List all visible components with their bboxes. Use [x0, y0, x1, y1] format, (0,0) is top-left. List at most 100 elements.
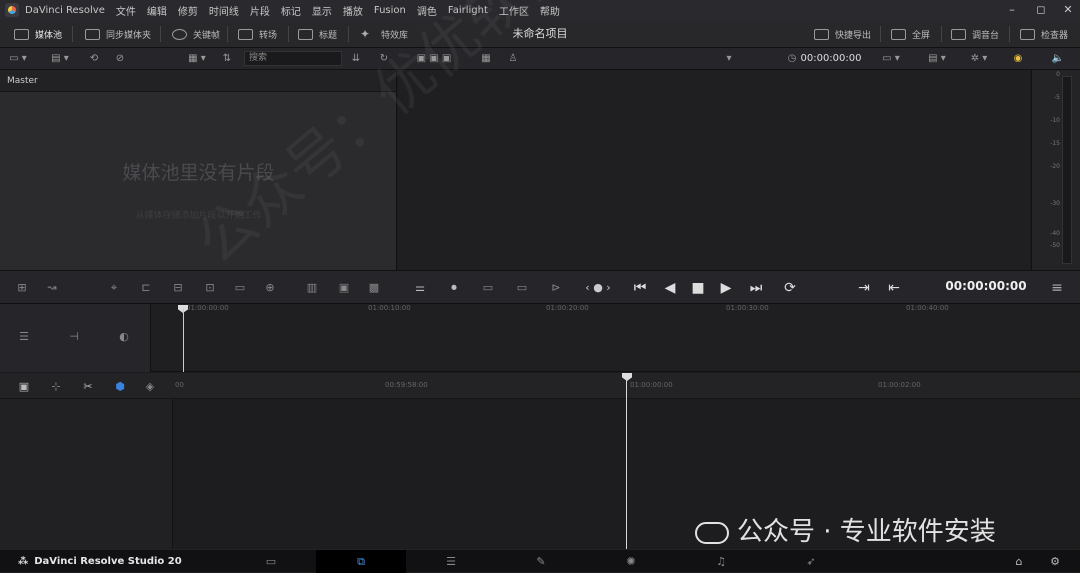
track-options-icon[interactable]: ☰ — [16, 330, 32, 343]
clock-icon: ◷ — [787, 53, 797, 64]
menu-trim[interactable]: 修剪 — [178, 3, 198, 18]
unlink-icon[interactable]: ⊘ — [112, 52, 128, 66]
microphone-icon[interactable]: ⏺ — [446, 281, 462, 294]
source-icon[interactable]: ▭ — [480, 281, 496, 294]
replace-icon[interactable]: ▥ — [304, 281, 320, 294]
timeline-source-icon[interactable]: ▭ — [514, 281, 530, 294]
marker-icon[interactable]: ◈ — [142, 380, 158, 393]
lower-timeline-ruler[interactable]: ▣ ⊹ ✂ ⬢ ◈ 00 00:59:58:00 01:00:00:00 01:… — [0, 373, 1080, 399]
menu-mark[interactable]: 标记 — [281, 3, 301, 18]
list-options-icon[interactable]: ▤ ▾ — [48, 52, 72, 66]
link-icon[interactable]: ⟲ — [86, 52, 102, 66]
menu-view[interactable]: 显示 — [312, 3, 332, 18]
ruler-label: 01:00:20:00 — [546, 304, 589, 312]
display-options-icon[interactable]: ▤ ▾ — [922, 52, 952, 66]
davinci-logo-icon — [5, 3, 19, 17]
clip-dropdown-icon[interactable]: ▾ — [722, 52, 736, 66]
transitions-button[interactable]: 转场 — [238, 20, 277, 48]
upper-playhead[interactable] — [183, 308, 184, 372]
scissors-icon[interactable]: ✂ — [80, 380, 96, 393]
razor-icon[interactable]: ⌖ — [106, 281, 122, 294]
tool-icon[interactable]: ↝ — [44, 281, 60, 294]
media-pool-icon — [14, 28, 29, 40]
go-to-start-icon[interactable]: ⏮ — [630, 278, 650, 298]
go-to-end-icon[interactable]: ⏭ — [746, 278, 766, 298]
prev-edit-icon[interactable]: ⇤ — [884, 278, 904, 298]
minimize-icon[interactable]: – — [1002, 0, 1022, 20]
titles-button[interactable]: 标题 — [298, 20, 337, 48]
zoom-icon[interactable]: ⊣ — [66, 330, 82, 343]
place-on-top-icon[interactable]: ⊡ — [202, 281, 218, 294]
page-deliver-icon[interactable]: ➶ — [766, 550, 856, 573]
color-wheel-icon[interactable]: ◉ — [1010, 52, 1026, 66]
brand-text: DaVinci Resolve Studio 20 — [34, 556, 182, 567]
media-pool-button[interactable]: 媒体池 — [14, 20, 62, 48]
swap-icon[interactable]: ▣ — [336, 281, 352, 294]
sort-icon[interactable]: ⇅ — [220, 52, 234, 66]
ruler-label: 01:00:10:00 — [368, 304, 411, 312]
maximize-icon[interactable]: ◻ — [1031, 0, 1051, 20]
fit-fill-icon[interactable]: ⊕ — [262, 281, 278, 294]
page-media-icon[interactable]: ▭ — [226, 550, 316, 573]
play-icon[interactable]: ▶ — [716, 278, 736, 298]
fullscreen-button[interactable]: 全屏 — [891, 20, 930, 48]
menu-clip[interactable]: 片段 — [250, 3, 270, 18]
mixer-button[interactable]: 调音台 — [951, 20, 999, 48]
settings-gear-icon[interactable]: ⚙ — [1040, 550, 1070, 573]
stop-icon[interactable]: ■ — [688, 278, 708, 298]
menu-file[interactable]: 文件 — [116, 3, 136, 18]
upper-timeline[interactable]: ☰ ⊣ ◐ 01:00:00:00 01:00:10:00 01:00:20:0… — [0, 304, 1080, 372]
lower-playhead[interactable] — [626, 378, 627, 549]
page-cut-icon[interactable]: ⧉ — [316, 550, 406, 573]
page-color-icon[interactable]: ✺ — [586, 550, 676, 573]
page-fairlight-icon[interactable]: ♫ — [676, 550, 766, 573]
page-fusion-icon[interactable]: ✎ — [496, 550, 586, 573]
grid-view-icon[interactable]: ▦ ▾ — [184, 52, 210, 66]
resolve-logo-icon: ⁂ — [18, 556, 29, 567]
ruler-label: 01:00:40:00 — [906, 304, 949, 312]
trim-icon[interactable]: ⊹ — [48, 380, 64, 393]
match-frame-icon[interactable]: ⊳ — [548, 281, 564, 294]
person-icon[interactable]: ♙ — [506, 52, 520, 66]
source-overwrite-icon[interactable]: ▩ — [366, 281, 382, 294]
snapshot-icon[interactable]: ▣ — [16, 380, 32, 393]
ripple-icon[interactable]: ⊟ — [170, 281, 186, 294]
meter-tick: -40 — [1050, 230, 1060, 237]
keyframes-button[interactable]: 关键帧 — [172, 20, 220, 48]
page-edit-icon[interactable]: ☰ — [406, 550, 496, 573]
overwrite-icon[interactable]: ⊏ — [138, 281, 154, 294]
menu-fusion[interactable]: Fusion — [374, 5, 406, 16]
edit-controls-row: ⊞ ↝ ⌖ ⊏ ⊟ ⊡ ▭ ⊕ ▥ ▣ ▩ ⚌ ⏺ ▭ ▭ ⊳ ‹ ● › ⏮ … — [0, 270, 1080, 304]
next-edit-icon[interactable]: ⇥ — [854, 278, 874, 298]
loop-icon[interactable]: ⟳ — [780, 278, 800, 298]
menu-edit[interactable]: 编辑 — [147, 3, 167, 18]
flag-icon[interactable]: ⬢ — [112, 380, 128, 393]
search-input[interactable]: 搜索 — [244, 51, 342, 66]
layout-toggle-icon[interactable]: ▭ ▾ — [6, 52, 30, 66]
menu-playback[interactable]: 播放 — [343, 3, 363, 18]
append-icon[interactable]: ▭ — [232, 281, 248, 294]
meter-tick: -15 — [1050, 140, 1060, 147]
color-icon[interactable]: ◐ — [116, 330, 132, 343]
jog-control-icon[interactable]: ‹ ● › — [578, 281, 618, 294]
meter-tick: -20 — [1050, 163, 1060, 170]
play-reverse-icon[interactable]: ◀ — [660, 278, 680, 298]
inspector-button[interactable]: 检查器 — [1020, 20, 1068, 48]
sync-bin-label: 同步媒体夹 — [106, 30, 152, 41]
menu-timeline[interactable]: 时间线 — [209, 3, 239, 18]
insert-clip-icon[interactable]: ⊞ — [14, 281, 30, 294]
sync-bin-button[interactable]: 同步媒体夹 — [85, 20, 151, 48]
viewer-size-icon[interactable]: ▭ ▾ — [876, 52, 906, 66]
volume-icon[interactable]: 🔈 — [1050, 52, 1066, 66]
quick-export-button[interactable]: 快捷导出 — [814, 20, 871, 48]
audio-adjust-icon[interactable]: ⚌ — [412, 281, 428, 294]
close-icon[interactable]: ✕ — [1058, 0, 1078, 20]
viewer-panel[interactable] — [398, 70, 1030, 270]
overlay-icon[interactable]: ✲ ▾ — [964, 52, 994, 66]
ruler-label: 00 — [175, 381, 184, 389]
ruler-label: 01:00:02:00 — [878, 381, 921, 389]
menu-icon[interactable]: ≡ — [1047, 278, 1067, 298]
corner-watermark: 公众号 · 专业软件安装 — [695, 511, 996, 548]
transitions-label: 转场 — [259, 30, 278, 41]
app-name: DaVinci Resolve — [25, 4, 105, 16]
